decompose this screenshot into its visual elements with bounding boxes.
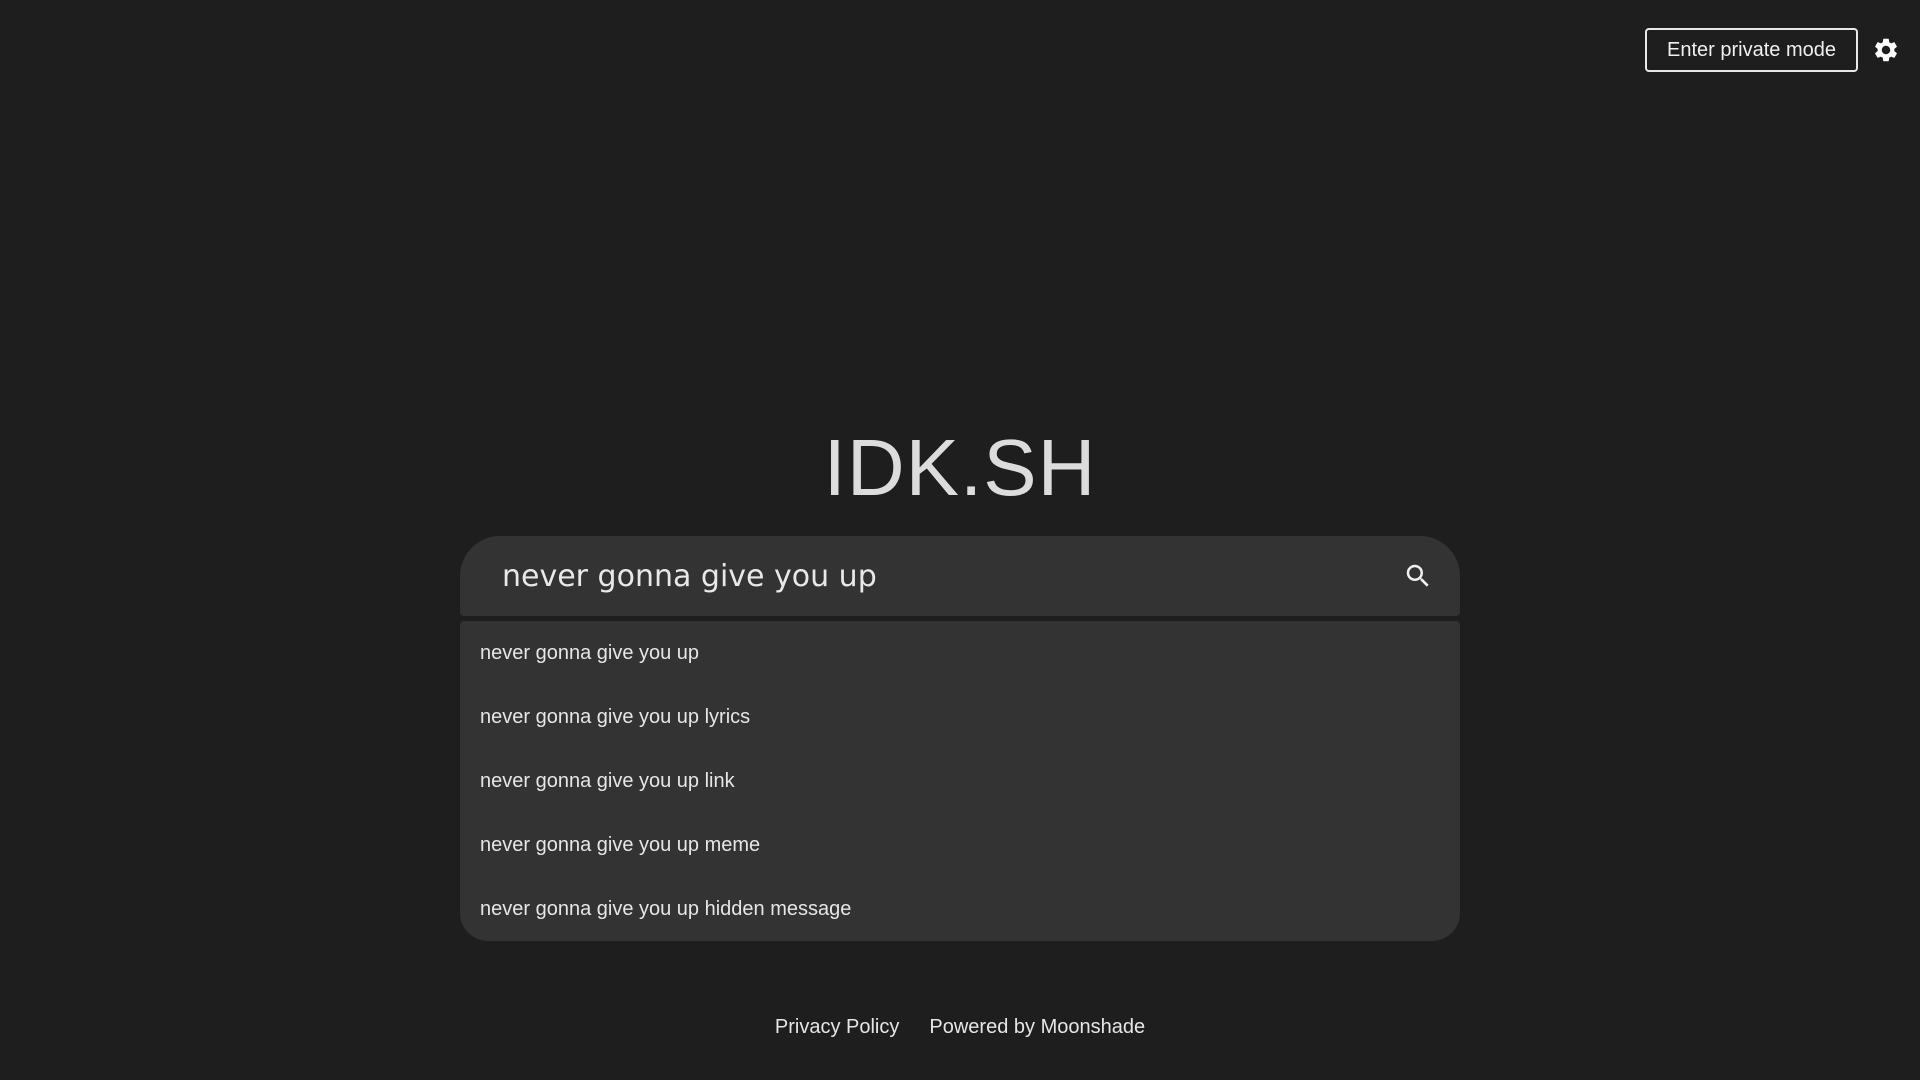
page: Enter private mode IDK.SH never gonna gi… <box>0 0 1920 1080</box>
footer: Privacy Policy Powered by Moonshade <box>0 1016 1920 1039</box>
enter-private-mode-button[interactable]: Enter private mode <box>1645 28 1858 72</box>
suggestion-item[interactable]: never gonna give you up meme <box>460 813 1460 877</box>
suggestion-item[interactable]: never gonna give you up <box>460 621 1460 685</box>
suggestions-list: never gonna give you up never gonna give… <box>460 621 1460 941</box>
search-icon[interactable] <box>1398 556 1438 596</box>
search-bar <box>460 536 1460 616</box>
gear-icon[interactable] <box>1870 34 1902 66</box>
suggestion-item[interactable]: never gonna give you up lyrics <box>460 685 1460 749</box>
top-bar: Enter private mode <box>1645 28 1902 72</box>
search-input[interactable] <box>500 557 1398 595</box>
suggestion-item[interactable]: never gonna give you up link <box>460 749 1460 813</box>
privacy-policy-link[interactable]: Privacy Policy <box>775 1016 899 1039</box>
site-logo: IDK.SH <box>823 423 1097 512</box>
suggestion-item[interactable]: never gonna give you up hidden message <box>460 877 1460 941</box>
powered-by-link[interactable]: Powered by Moonshade <box>929 1016 1145 1039</box>
